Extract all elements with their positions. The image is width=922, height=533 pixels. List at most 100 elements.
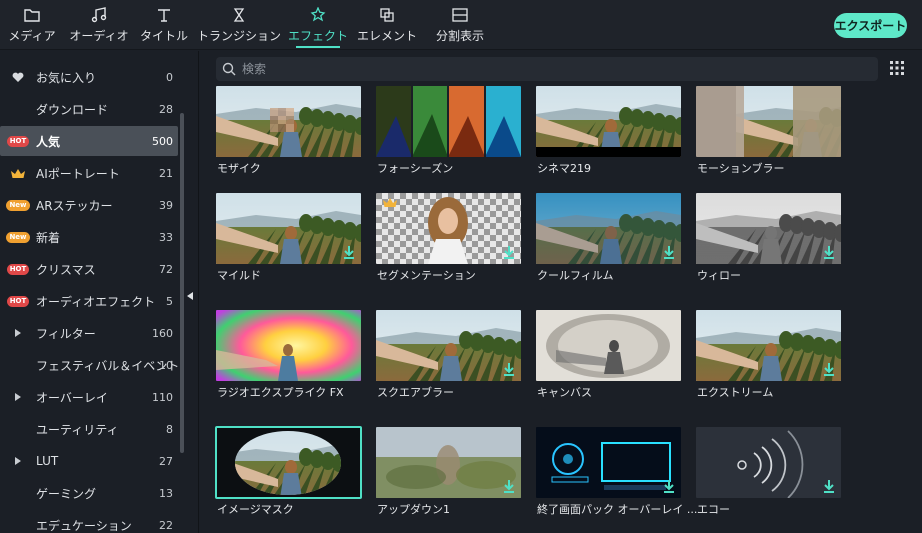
download-icon[interactable]: [823, 245, 835, 259]
tab-titles[interactable]: タイトル: [140, 6, 188, 46]
effect-tile[interactable]: エコー: [696, 427, 841, 527]
search-icon: [222, 62, 236, 76]
sidebar-item-lut[interactable]: LUT 27: [0, 446, 178, 476]
new-badge: New: [5, 198, 31, 212]
sidebar-item-label: 新着: [36, 230, 61, 245]
crown-icon: [5, 166, 31, 180]
sidebar-item-favorites[interactable]: お気に入り 0: [0, 62, 178, 92]
grid-view-icon[interactable]: [890, 61, 904, 75]
download-icon[interactable]: [823, 479, 835, 493]
sidebar-item-count: 110: [152, 390, 173, 404]
sidebar-item-overlay[interactable]: オーバーレイ 110: [0, 382, 178, 412]
sidebar-item-label: クリスマス: [36, 262, 96, 277]
sidebar-item-gaming[interactable]: ゲーミング 13: [0, 478, 178, 508]
download-icon[interactable]: [343, 245, 355, 259]
sidebar-item-filters[interactable]: フィルター 160: [0, 318, 178, 348]
sidebar-item-downloads[interactable]: ダウンロード 28: [0, 94, 178, 124]
tab-label: オーディオ: [69, 29, 129, 43]
effect-thumbnail[interactable]: [216, 193, 361, 264]
effect-tile[interactable]: 終了画面パック オーバーレイ ...: [536, 427, 697, 527]
effect-tile[interactable]: マイルド: [216, 193, 361, 293]
heart-icon: [5, 70, 31, 84]
download-icon[interactable]: [823, 362, 835, 376]
download-icon[interactable]: [663, 479, 675, 493]
collapse-sidebar-icon[interactable]: [187, 292, 193, 300]
tab-elements[interactable]: エレメント: [357, 6, 417, 46]
download-icon[interactable]: [503, 245, 515, 259]
effects-sparkle-icon: [309, 6, 327, 24]
effect-tile[interactable]: モザイク: [216, 86, 361, 186]
sidebar-item-popular[interactable]: HOT 人気 500: [0, 126, 178, 156]
effect-thumbnail[interactable]: [536, 427, 681, 498]
sidebar-item-label: ユーティリティ: [36, 422, 119, 437]
effect-label: スクエアブラー: [377, 386, 454, 399]
sidebar-scrollbar[interactable]: [180, 113, 184, 453]
effect-tile[interactable]: フォーシーズン: [376, 86, 521, 186]
effect-tile[interactable]: シネマ219: [536, 86, 681, 186]
effect-tile[interactable]: エクストリーム: [696, 310, 841, 410]
effect-tile[interactable]: セグメンテーション: [376, 193, 521, 293]
sidebar-item-label: ダウンロード: [36, 102, 109, 117]
sidebar-item-festival[interactable]: フェスティバル＆イベント 10: [0, 350, 180, 380]
effect-thumbnail[interactable]: [376, 427, 521, 498]
effect-thumbnail[interactable]: [696, 427, 841, 498]
effect-thumbnail[interactable]: [696, 193, 841, 264]
tab-transitions[interactable]: トランジション: [197, 6, 281, 46]
effect-tile[interactable]: スクエアブラー: [376, 310, 521, 410]
effect-tile[interactable]: ウィロー: [696, 193, 841, 293]
search-input[interactable]: [242, 62, 842, 76]
search-bar: [216, 57, 878, 81]
expand-caret-icon[interactable]: [5, 390, 31, 404]
download-icon[interactable]: [503, 362, 515, 376]
effect-thumbnail[interactable]: [216, 86, 361, 157]
effect-thumbnail[interactable]: [215, 426, 362, 499]
effect-tile[interactable]: アップダウン1: [376, 427, 521, 527]
expand-caret-icon[interactable]: [5, 454, 31, 468]
effect-tile[interactable]: キャンバス: [536, 310, 681, 410]
effect-thumbnail[interactable]: [536, 193, 681, 264]
effect-thumbnail[interactable]: [376, 86, 521, 157]
sidebar-item-ar-sticker[interactable]: New ARステッカー 39: [0, 190, 178, 220]
tab-label: エフェクト: [288, 29, 349, 43]
effect-thumbnail[interactable]: [536, 310, 681, 381]
sidebar-item-count: 500: [152, 134, 173, 148]
effect-thumbnail[interactable]: [376, 310, 521, 381]
effect-thumbnail[interactable]: [216, 310, 361, 381]
effect-thumbnail[interactable]: [536, 86, 681, 157]
sidebar-item-new[interactable]: New 新着 33: [0, 222, 178, 252]
expand-caret-icon[interactable]: [5, 326, 31, 340]
effect-thumbnail[interactable]: [696, 310, 841, 381]
sidebar-item-ai-portrait[interactable]: AIポートレート 21: [0, 158, 178, 188]
download-icon[interactable]: [663, 245, 675, 259]
effect-tile[interactable]: クールフィルム: [536, 193, 681, 293]
effect-label: アップダウン1: [377, 503, 450, 516]
sidebar-item-count: 8: [166, 422, 173, 436]
tab-audio[interactable]: オーディオ: [69, 6, 129, 46]
export-button[interactable]: エクスポート: [834, 13, 907, 38]
effect-label: エクストリーム: [697, 386, 774, 399]
effect-thumbnail[interactable]: [696, 86, 841, 157]
tab-label: エレメント: [357, 29, 418, 43]
effect-label: イメージマスク: [217, 503, 294, 516]
tab-label: 分割表示: [436, 29, 485, 43]
top-toolbar: メディア オーディオ タイトル トランジション エフェクト エレメント 分割表示…: [0, 0, 922, 50]
tab-split-screen[interactable]: 分割表示: [436, 6, 484, 46]
sidebar-item-utility[interactable]: ユーティリティ 8: [0, 414, 178, 444]
sidebar-item-count: 22: [159, 518, 173, 532]
tab-media[interactable]: メディア: [8, 6, 56, 46]
sidebar-item-count: 33: [159, 230, 173, 244]
text-icon: [155, 6, 173, 24]
sidebar-item-label: フェスティバル＆イベント: [36, 358, 180, 373]
sidebar-item-audio-effects[interactable]: HOT オーディオエフェクト 5: [0, 286, 178, 316]
sidebar-item-christmas[interactable]: HOT クリスマス 72: [0, 254, 178, 284]
effect-tile[interactable]: イメージマスク: [215, 426, 362, 527]
effect-tile[interactable]: ラジオエクスプライク FX: [216, 310, 361, 410]
category-sidebar: お気に入り 0 ダウンロード 28 HOT 人気 500 AIポートレート 21…: [0, 51, 186, 533]
download-icon[interactable]: [503, 479, 515, 493]
effect-tile[interactable]: モーションブラー: [696, 86, 841, 186]
effect-label: フォーシーズン: [377, 162, 454, 175]
sidebar-item-education[interactable]: エデュケーション 22: [0, 510, 178, 533]
effect-label: エコー: [697, 503, 730, 516]
tab-effects[interactable]: エフェクト: [288, 6, 348, 48]
effect-thumbnail[interactable]: [376, 193, 521, 264]
